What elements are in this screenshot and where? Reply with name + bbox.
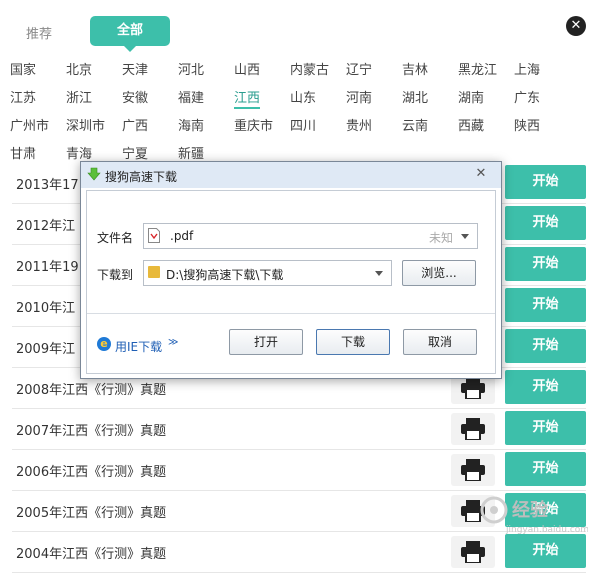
list-item: 2004年江西《行测》真题 开始 xyxy=(12,532,586,573)
dialog-title: 搜狗高速下载 xyxy=(105,170,178,184)
region-item[interactable]: 天津 xyxy=(122,59,148,78)
printer-icon xyxy=(461,459,485,481)
region-item[interactable]: 新疆 xyxy=(178,143,204,162)
region-item[interactable]: 山西 xyxy=(234,59,260,78)
exam-title[interactable]: 2007年江西《行测》真题 xyxy=(16,420,166,439)
watermark-text: 经验 xyxy=(512,499,549,521)
region-item[interactable]: 深圳市 xyxy=(66,115,105,134)
region-item[interactable]: 云南 xyxy=(402,115,428,134)
region-row: 广州市 深圳市 广西 海南 重庆市 四川 贵州 云南 西藏 陕西 xyxy=(10,112,590,140)
start-button[interactable]: 开始 xyxy=(505,247,586,281)
saveto-value: D:\搜狗高速下载\下载 xyxy=(166,268,284,282)
region-item[interactable]: 安徽 xyxy=(122,87,148,106)
browse-button[interactable]: 浏览... xyxy=(402,260,476,286)
printer-icon xyxy=(461,377,485,399)
exam-title[interactable]: 2005年江西《行测》真题 xyxy=(16,502,166,521)
dialog-body: 文件名 .pdf 未知 下载到 D:\搜狗高速下载\下载 浏览... e 用IE… xyxy=(86,190,496,374)
chevron-down-icon[interactable]: ≫ xyxy=(168,337,178,348)
saveto-label: 下载到 xyxy=(97,268,134,282)
filename-field[interactable]: .pdf 未知 xyxy=(143,223,478,249)
region-item[interactable]: 浙江 xyxy=(66,87,92,106)
region-item[interactable]: 北京 xyxy=(66,59,92,78)
start-button[interactable]: 开始 xyxy=(505,165,586,199)
tab-recommended[interactable]: 推荐 xyxy=(26,23,52,42)
start-button[interactable]: 开始 xyxy=(505,288,586,322)
region-item[interactable]: 江西 xyxy=(234,87,261,109)
ie-download-link[interactable]: 用IE下载 xyxy=(115,338,162,355)
region-item[interactable]: 广州市 xyxy=(10,115,49,134)
print-button[interactable] xyxy=(451,413,495,445)
region-item[interactable]: 广东 xyxy=(514,87,540,106)
filename-value: .pdf xyxy=(170,229,194,243)
region-item[interactable]: 四川 xyxy=(290,115,316,134)
region-item[interactable]: 广西 xyxy=(122,115,148,134)
download-button[interactable]: 下载 xyxy=(316,329,390,355)
ie-icon: e xyxy=(97,337,111,351)
region-item[interactable]: 陕西 xyxy=(514,115,540,134)
region-item[interactable]: 内蒙古 xyxy=(290,59,329,78)
exam-title[interactable]: 2008年江西《行测》真题 xyxy=(16,379,166,398)
exam-title[interactable]: 2009年江 xyxy=(16,338,75,357)
tab-all[interactable]: 全部 xyxy=(90,16,170,52)
exam-title[interactable]: 2012年江 xyxy=(16,215,75,234)
chevron-down-icon[interactable] xyxy=(461,234,469,239)
exam-title[interactable]: 2004年江西《行测》真题 xyxy=(16,543,166,562)
watermark-sub: jingyan.baidu.com xyxy=(505,525,588,535)
download-arrow-icon xyxy=(87,167,101,181)
region-item[interactable]: 宁夏 xyxy=(122,143,148,162)
start-button[interactable]: 开始 xyxy=(505,206,586,240)
region-item[interactable]: 国家 xyxy=(10,59,36,78)
folder-icon xyxy=(148,266,160,278)
region-item[interactable]: 辽宁 xyxy=(346,59,372,78)
region-list: 国家 北京 天津 河北 山西 内蒙古 辽宁 吉林 黑龙江 上海江苏 浙江 安徽 福建 江西 山东 河南 湖北 湖南… xyxy=(10,56,590,168)
chevron-down-icon[interactable] xyxy=(375,271,383,276)
start-button[interactable]: 开始 xyxy=(505,534,586,568)
category-tabs: 推荐 全部 ✕ xyxy=(0,0,598,52)
download-dialog: 搜狗高速下载 ✕ 文件名 .pdf 未知 下载到 D:\搜狗高速下载\下载 浏览… xyxy=(80,161,502,379)
open-button[interactable]: 打开 xyxy=(229,329,303,355)
region-item[interactable]: 贵州 xyxy=(346,115,372,134)
filename-label: 文件名 xyxy=(97,231,134,245)
region-item[interactable]: 湖北 xyxy=(402,87,428,106)
start-button[interactable]: 开始 xyxy=(505,452,586,486)
region-item[interactable]: 甘肃 xyxy=(10,143,36,162)
cancel-button[interactable]: 取消 xyxy=(403,329,477,355)
exam-title[interactable]: 2006年江西《行测》真题 xyxy=(16,461,166,480)
start-button[interactable]: 开始 xyxy=(505,329,586,363)
region-item[interactable]: 河南 xyxy=(346,87,372,106)
baidu-watermark: 经验 jingyan.baidu.com xyxy=(480,496,588,535)
region-row: 国家 北京 天津 河北 山西 内蒙古 辽宁 吉林 黑龙江 上海 xyxy=(10,56,590,84)
dialog-title-bar[interactable]: 搜狗高速下载 ✕ xyxy=(81,162,501,188)
exam-title[interactable]: 2010年江 xyxy=(16,297,75,316)
exam-title[interactable]: 2011年19 xyxy=(16,256,79,275)
region-row: 江苏 浙江 安徽 福建 江西 山东 河南 湖北 湖南 广东 xyxy=(10,84,590,112)
saveto-field[interactable]: D:\搜狗高速下载\下载 xyxy=(143,260,392,286)
printer-icon xyxy=(461,541,485,563)
region-item[interactable]: 西藏 xyxy=(458,115,484,134)
region-item[interactable]: 江苏 xyxy=(10,87,36,106)
region-item[interactable]: 海南 xyxy=(178,115,204,134)
region-item[interactable]: 福建 xyxy=(178,87,204,106)
region-item[interactable]: 黑龙江 xyxy=(458,59,497,78)
exam-title[interactable]: 2013年17 xyxy=(16,174,79,193)
print-button[interactable] xyxy=(451,454,495,486)
region-item[interactable]: 重庆市 xyxy=(234,115,273,134)
start-button[interactable]: 开始 xyxy=(505,411,586,445)
region-item[interactable]: 吉林 xyxy=(402,59,428,78)
region-item[interactable]: 青海 xyxy=(66,143,92,162)
printer-icon xyxy=(461,418,485,440)
region-item[interactable]: 上海 xyxy=(514,59,540,78)
region-item[interactable]: 湖南 xyxy=(458,87,484,106)
region-item[interactable]: 山东 xyxy=(290,87,316,106)
print-button[interactable] xyxy=(451,536,495,568)
filename-hint: 未知 xyxy=(428,231,453,245)
list-item: 2006年江西《行测》真题 开始 xyxy=(12,450,586,491)
pdf-file-icon xyxy=(148,228,160,243)
dialog-divider xyxy=(87,313,495,314)
close-icon[interactable]: ✕ xyxy=(566,16,586,36)
list-item: 2007年江西《行测》真题 开始 xyxy=(12,409,586,450)
start-button[interactable]: 开始 xyxy=(505,370,586,404)
region-item[interactable]: 河北 xyxy=(178,59,204,78)
dialog-close-icon[interactable]: ✕ xyxy=(472,166,490,182)
